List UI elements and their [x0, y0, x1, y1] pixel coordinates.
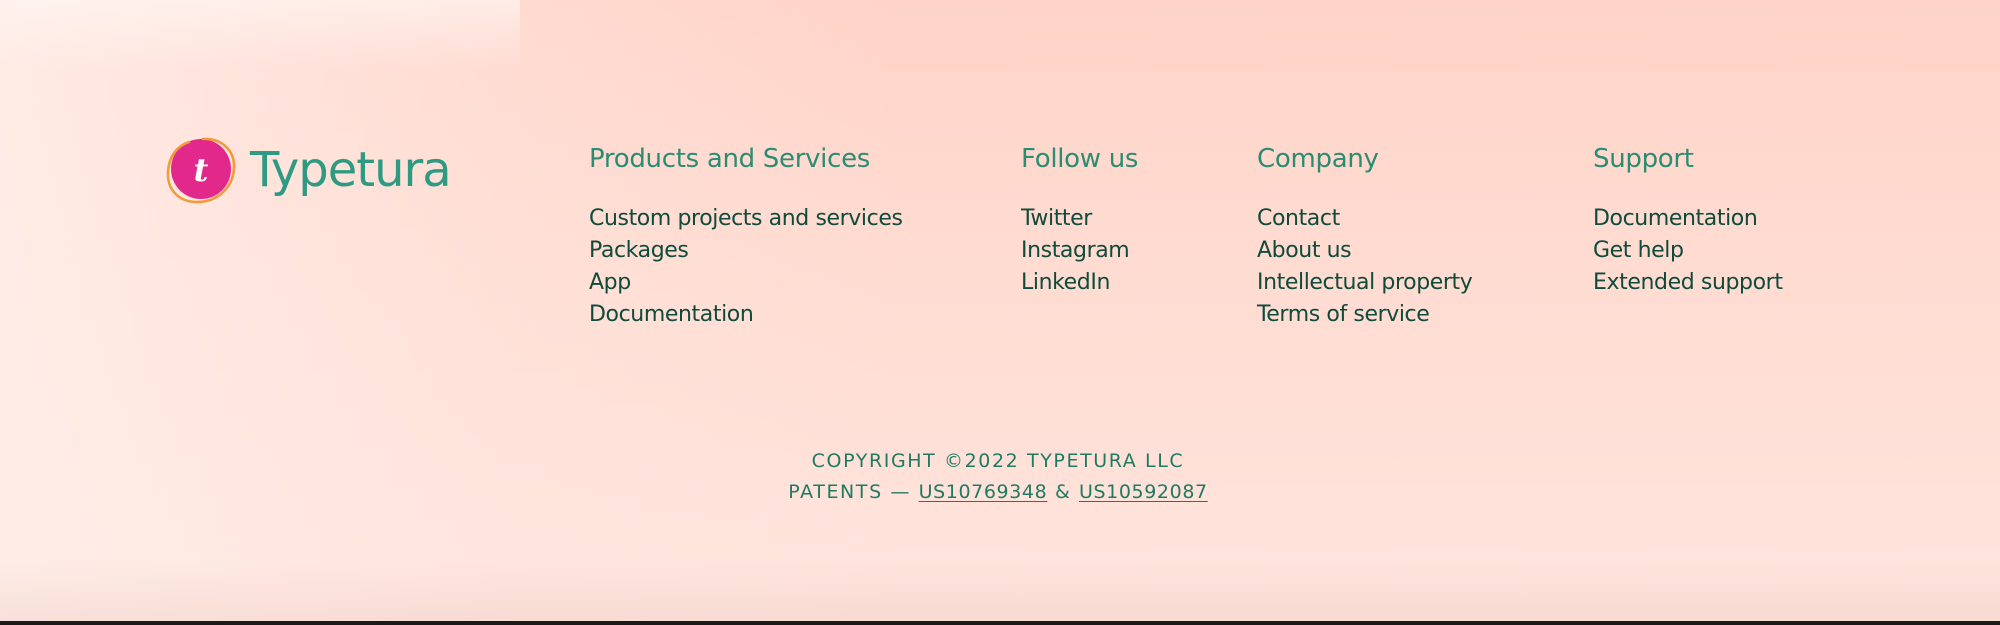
- products-links: Custom projects and services Packages Ap…: [589, 203, 903, 331]
- link-app[interactable]: App: [589, 267, 903, 299]
- patents-label: PATENTS —: [788, 481, 919, 503]
- support-links: Documentation Get help Extended support: [1593, 203, 1783, 299]
- footer-column-company: Company Contact About us Intellectual pr…: [1257, 141, 1473, 331]
- patent-separator: &: [1047, 481, 1080, 503]
- patent-link-1[interactable]: US10769348: [919, 481, 1048, 503]
- brand-logo[interactable]: t Typetura: [163, 134, 452, 206]
- company-links: Contact About us Intellectual property T…: [1257, 203, 1473, 331]
- top-sheen: [0, 0, 520, 70]
- bottom-shade: [0, 561, 2000, 621]
- brand-wordmark: Typetura: [250, 142, 452, 198]
- column-heading-products: Products and Services: [589, 144, 871, 174]
- typetura-logo-mark-icon: t: [163, 134, 237, 206]
- column-heading-follow: Follow us: [1021, 144, 1139, 174]
- link-twitter[interactable]: Twitter: [1021, 203, 1138, 235]
- link-linkedin[interactable]: LinkedIn: [1021, 267, 1138, 299]
- patent-link-2[interactable]: US10592087: [1079, 481, 1208, 503]
- site-footer: t Typetura Products and Services Custom …: [0, 0, 2000, 625]
- svg-text:t: t: [194, 151, 209, 189]
- column-heading-company: Company: [1257, 144, 1379, 174]
- link-extended-support[interactable]: Extended support: [1593, 267, 1783, 299]
- legal-notice: COPYRIGHT ©2022 TYPETURA LLC PATENTS — U…: [0, 446, 2000, 508]
- footer-column-products: Products and Services Custom projects an…: [589, 141, 903, 331]
- window-bottom-edge: [0, 621, 2000, 625]
- footer-column-support: Support Documentation Get help Extended …: [1593, 141, 1783, 299]
- link-custom-projects[interactable]: Custom projects and services: [589, 203, 903, 235]
- link-about-us[interactable]: About us: [1257, 235, 1472, 267]
- link-get-help[interactable]: Get help: [1593, 235, 1783, 267]
- column-heading-support: Support: [1593, 144, 1694, 174]
- patents-line: PATENTS — US10769348 & US10592087: [788, 477, 1207, 508]
- link-products-documentation[interactable]: Documentation: [589, 299, 903, 331]
- link-contact[interactable]: Contact: [1257, 203, 1472, 235]
- social-links: Twitter Instagram LinkedIn: [1021, 203, 1138, 299]
- link-terms-of-service[interactable]: Terms of service: [1257, 299, 1472, 331]
- link-support-documentation[interactable]: Documentation: [1593, 203, 1783, 235]
- copyright-text: COPYRIGHT ©2022 TYPETURA LLC: [811, 450, 1185, 472]
- link-intellectual-property[interactable]: Intellectual property: [1257, 267, 1473, 299]
- link-packages[interactable]: Packages: [589, 235, 903, 267]
- footer-column-follow: Follow us Twitter Instagram LinkedIn: [1021, 141, 1138, 299]
- link-instagram[interactable]: Instagram: [1021, 235, 1138, 267]
